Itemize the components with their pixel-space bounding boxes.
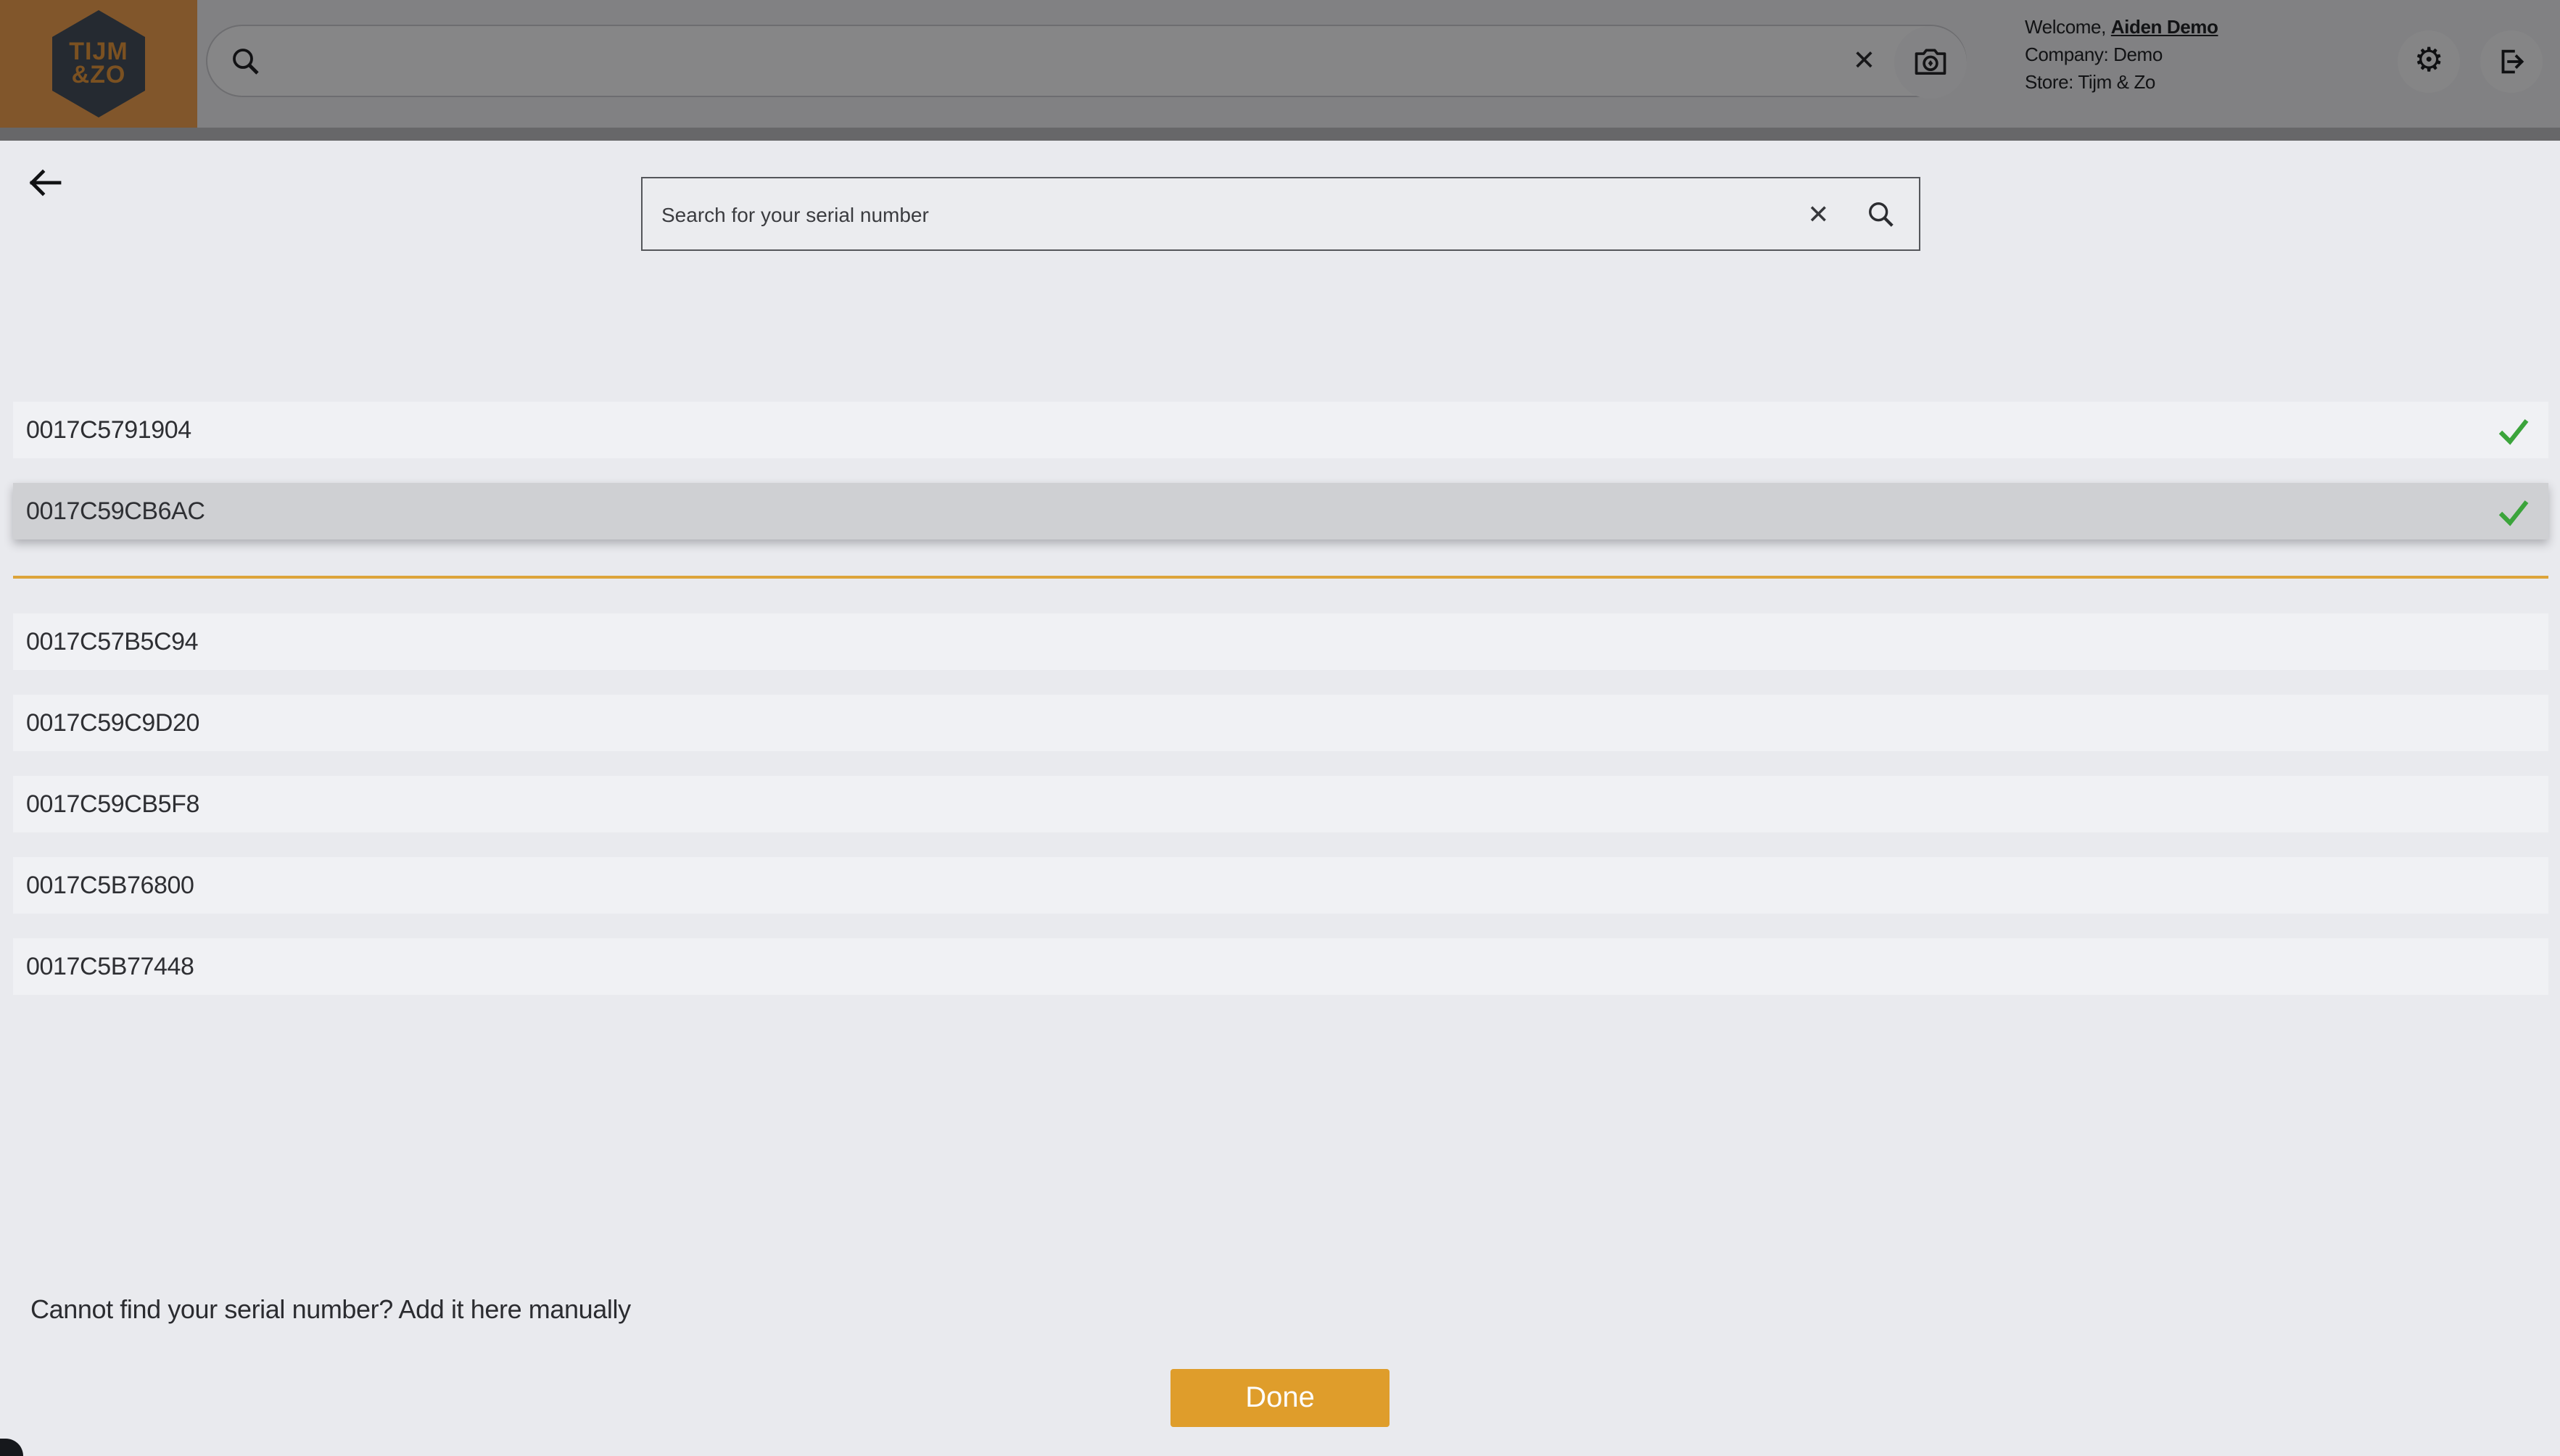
clear-search-icon[interactable]: ✕ (1853, 44, 1875, 81)
welcome-prefix: Welcome, (2025, 16, 2106, 38)
logo-hexagon: TIJM &ZO (52, 10, 145, 117)
header-search-input[interactable] (274, 32, 1846, 93)
back-button[interactable] (23, 160, 70, 206)
search-icon (231, 46, 261, 77)
welcome-line: Welcome, Aiden Demo (2025, 13, 2218, 41)
logo-text-line2: &ZO (72, 64, 126, 87)
done-button[interactable]: Done (1170, 1369, 1390, 1427)
serial-row[interactable]: 0017C57B5C94 (13, 613, 2548, 670)
serial-list: 0017C5791904 0017C59CB6AC 0017C57B5C94 (13, 402, 2548, 1019)
serial-value: 0017C59C9D20 (26, 708, 199, 737)
gear-icon: ⚙ (2414, 45, 2444, 78)
serial-row[interactable]: 0017C59C9D20 (13, 695, 2548, 751)
app-root: TIJM &ZO ✕ (0, 0, 2560, 1456)
store-line: Store: Tijm & Zo (2025, 68, 2218, 96)
manual-add-link[interactable]: Cannot find your serial number? Add it h… (30, 1295, 631, 1325)
check-icon (2498, 497, 2530, 526)
serial-search-box: ✕ (641, 177, 1920, 251)
serial-value: 0017C57B5C94 (26, 627, 198, 656)
user-info: Welcome, Aiden Demo Company: Demo Store:… (2025, 13, 2218, 96)
settings-button[interactable]: ⚙ (2398, 30, 2460, 93)
check-icon (2498, 416, 2530, 445)
logout-icon (2495, 45, 2528, 78)
serial-value: 0017C59CB6AC (26, 497, 205, 526)
list-divider (13, 576, 2548, 579)
store-logo[interactable]: TIJM &ZO (0, 0, 197, 128)
serial-row[interactable]: 0017C5791904 (13, 402, 2548, 458)
serial-value: 0017C5B76800 (26, 871, 194, 900)
serial-search-input[interactable] (643, 178, 1807, 249)
serial-picker-panel: ✕ 0017C5791904 0017C59CB6AC (0, 141, 2560, 1456)
camera-search-button[interactable] (1894, 26, 1967, 99)
serial-row[interactable]: 0017C5B76800 (13, 857, 2548, 914)
serial-row-selected[interactable]: 0017C59CB6AC (13, 483, 2548, 539)
app-header: TIJM &ZO ✕ (0, 0, 2560, 128)
user-name[interactable]: Aiden Demo (2111, 16, 2218, 38)
camera-icon (1912, 44, 1949, 81)
serial-row[interactable]: 0017C59CB5F8 (13, 776, 2548, 832)
serial-row[interactable]: 0017C5B77448 (13, 938, 2548, 995)
serial-value: 0017C59CB5F8 (26, 790, 199, 819)
logout-button[interactable] (2480, 30, 2543, 93)
serial-value: 0017C5B77448 (26, 952, 194, 981)
serial-value: 0017C5791904 (26, 415, 191, 444)
header-search-bar: ✕ (206, 25, 1967, 97)
header-shadow-strip (0, 128, 2560, 141)
serial-search-clear-icon[interactable]: ✕ (1807, 197, 1829, 232)
company-line: Company: Demo (2025, 41, 2218, 68)
serial-search-icon[interactable] (1867, 200, 1896, 229)
